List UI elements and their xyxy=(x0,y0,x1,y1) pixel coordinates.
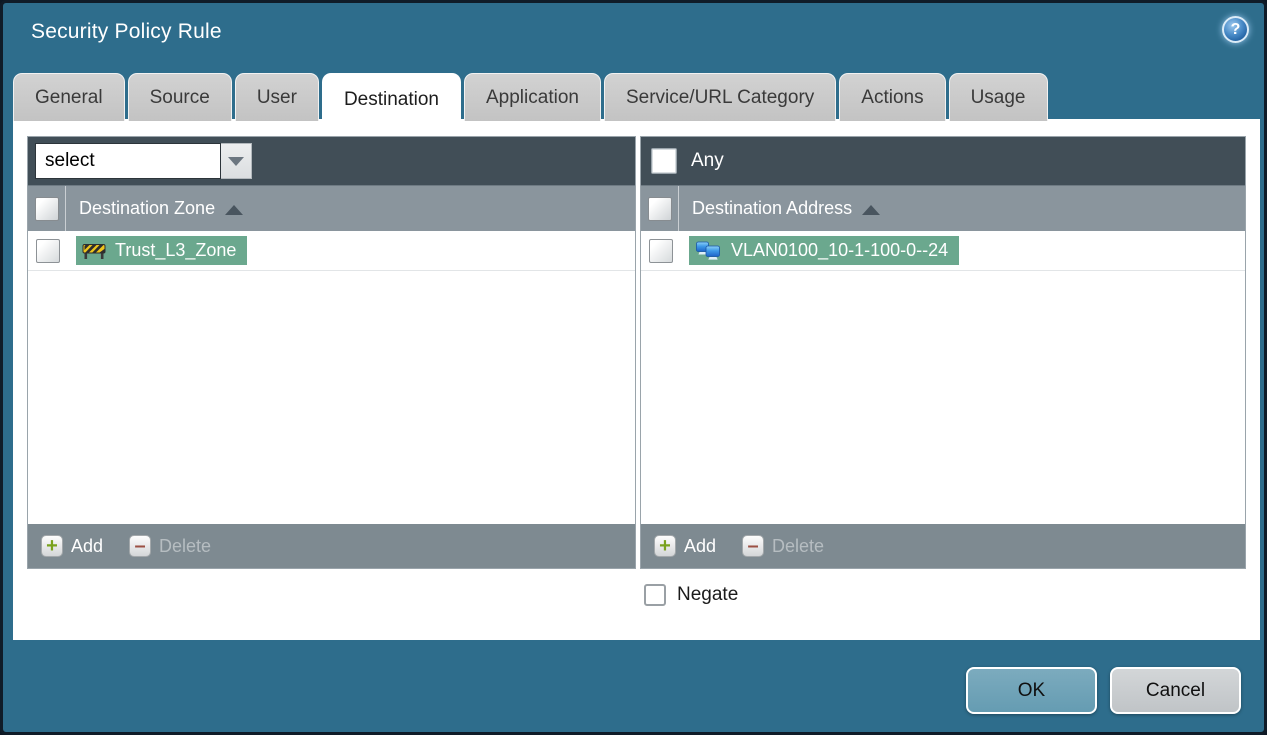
destination-zone-panel: select Destination Zone Trust_L3_Zone + … xyxy=(27,136,636,569)
any-label: Any xyxy=(691,150,724,171)
tab-application[interactable]: Application xyxy=(464,73,601,121)
tab-source[interactable]: Source xyxy=(127,73,232,121)
zone-select-dropdown-button[interactable] xyxy=(221,143,252,179)
negate-checkbox[interactable] xyxy=(644,584,666,606)
zone-item-trust-l3-zone[interactable]: Trust_L3_Zone xyxy=(76,236,248,265)
tab-service-url-category[interactable]: Service/URL Category xyxy=(603,73,837,121)
delete-minus-icon: – xyxy=(129,535,152,557)
tab-destination[interactable]: Destination xyxy=(321,73,461,125)
address-delete-button[interactable]: – Delete xyxy=(742,535,824,557)
address-item-vlan0100[interactable]: VLAN0100_10-1-100-0--24 xyxy=(689,236,960,265)
add-plus-icon: + xyxy=(41,535,63,557)
zone-delete-button[interactable]: – Delete xyxy=(129,535,211,557)
negate-row: Negate xyxy=(644,584,738,606)
address-select-all-checkbox[interactable] xyxy=(647,196,672,221)
zone-select-combo: select xyxy=(35,143,252,179)
tab-bar: General Source User Destination Applicat… xyxy=(13,71,1048,125)
zone-item-label: Trust_L3_Zone xyxy=(115,240,237,260)
address-item-label: VLAN0100_10-1-100-0--24 xyxy=(731,240,949,260)
table-row: VLAN0100_10-1-100-0--24 xyxy=(641,231,1245,271)
ok-button[interactable]: OK xyxy=(966,667,1097,714)
zone-column-header: Destination Zone xyxy=(28,185,635,231)
security-policy-rule-dialog: Security Policy Rule ? General Source Us… xyxy=(0,0,1267,735)
chevron-down-icon xyxy=(228,156,244,166)
address-add-button[interactable]: + Add xyxy=(654,535,716,557)
zone-column-title[interactable]: Destination Zone xyxy=(79,198,215,219)
address-any-bar: Any xyxy=(641,137,1245,185)
zone-barrier-icon xyxy=(82,242,106,260)
tab-usage[interactable]: Usage xyxy=(948,73,1048,121)
add-plus-icon: + xyxy=(654,535,676,557)
tab-actions[interactable]: Actions xyxy=(839,73,946,121)
help-icon[interactable]: ? xyxy=(1222,16,1249,43)
zone-add-button[interactable]: + Add xyxy=(41,535,103,557)
zone-select-all-checkbox[interactable] xyxy=(34,196,59,221)
zone-panel-footer: + Add – Delete xyxy=(28,524,635,568)
tab-general[interactable]: General xyxy=(13,73,125,121)
zone-row-checkbox[interactable] xyxy=(36,238,60,263)
sort-ascending-icon[interactable] xyxy=(225,204,244,215)
address-panel-footer: + Add – Delete xyxy=(641,524,1245,568)
any-checkbox[interactable] xyxy=(651,148,677,174)
zone-select-input[interactable]: select xyxy=(35,143,221,179)
destination-address-panel: Any Destination Address VLAN0100_10-1-10… xyxy=(640,136,1246,569)
destination-tab-content: select Destination Zone Trust_L3_Zone + … xyxy=(13,119,1260,640)
zone-list: Trust_L3_Zone xyxy=(28,231,635,524)
address-column-title[interactable]: Destination Address xyxy=(692,198,852,219)
address-list: VLAN0100_10-1-100-0--24 xyxy=(641,231,1245,524)
network-address-icon xyxy=(695,241,722,261)
negate-label: Negate xyxy=(677,584,739,605)
titlebar: Security Policy Rule ? xyxy=(3,3,1264,65)
dialog-title: Security Policy Rule xyxy=(31,20,222,43)
address-row-checkbox[interactable] xyxy=(649,238,673,263)
table-row: Trust_L3_Zone xyxy=(28,231,635,271)
delete-minus-icon: – xyxy=(742,535,765,557)
zone-filter-bar: select xyxy=(28,137,635,185)
tab-user[interactable]: User xyxy=(234,73,319,121)
address-column-header: Destination Address xyxy=(641,185,1245,231)
sort-ascending-icon[interactable] xyxy=(862,204,881,215)
cancel-button[interactable]: Cancel xyxy=(1110,667,1241,714)
